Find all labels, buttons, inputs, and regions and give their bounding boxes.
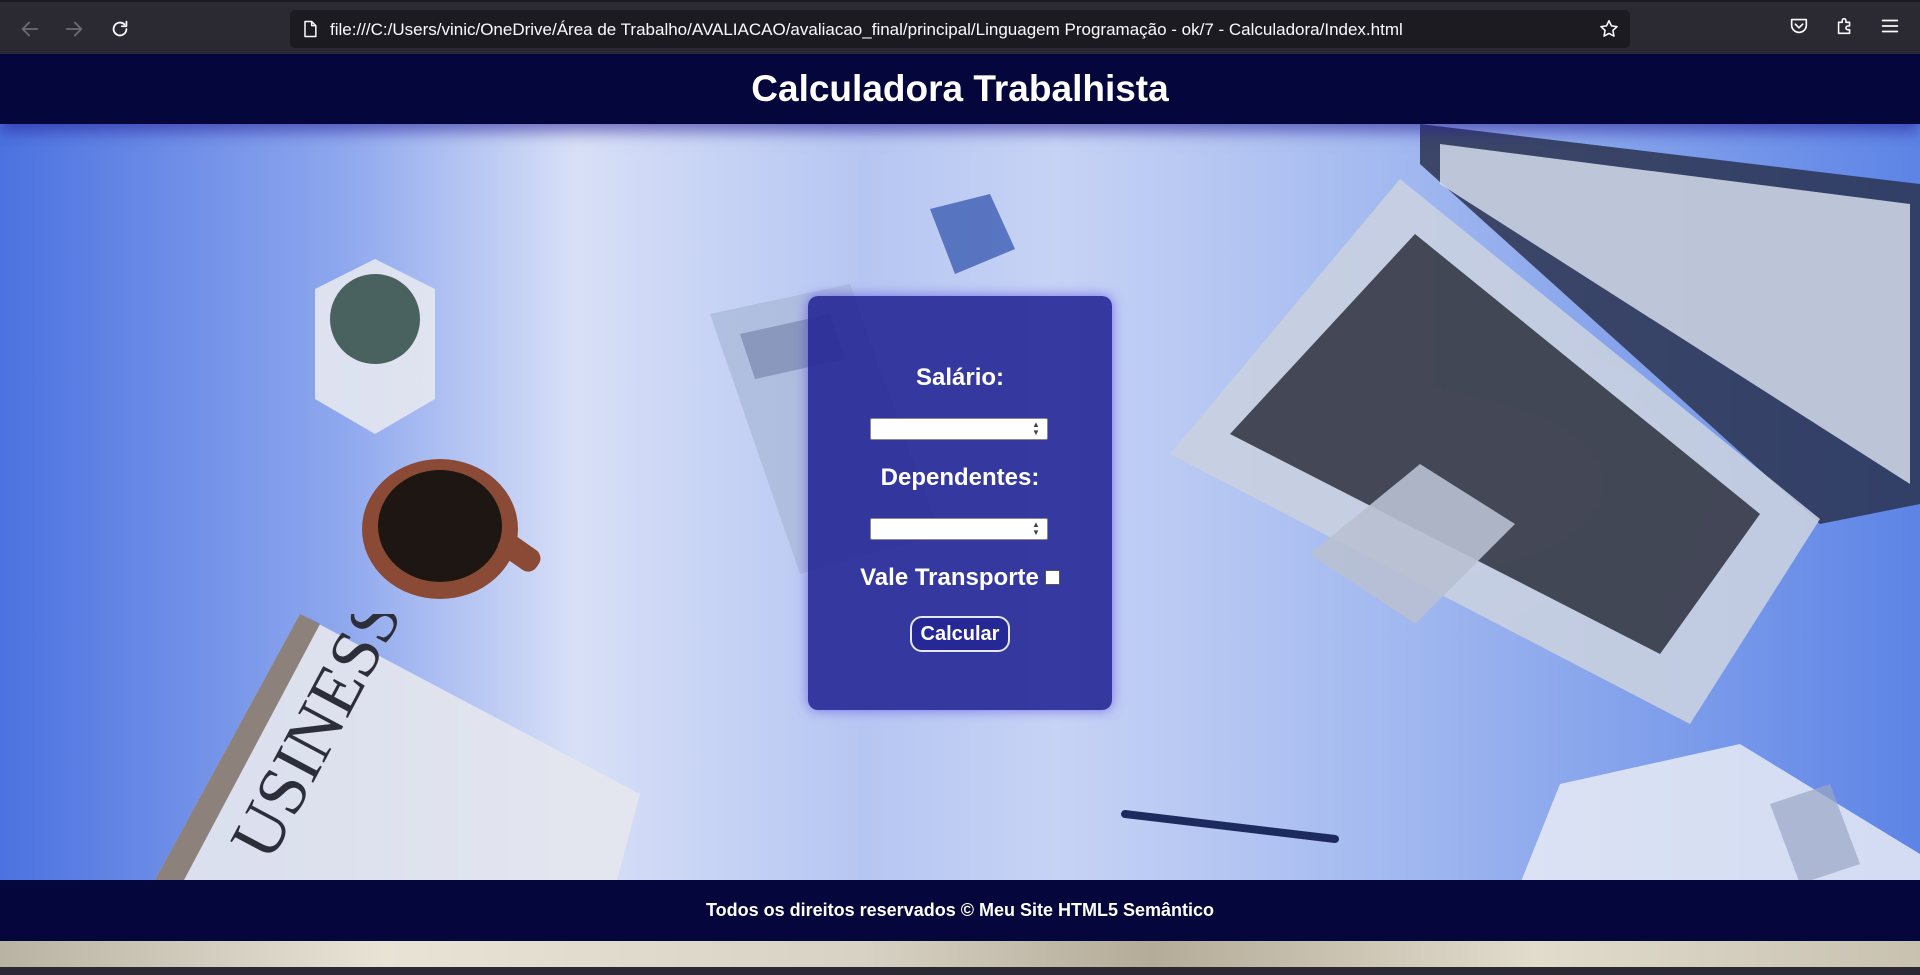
extensions-icon[interactable] <box>1834 15 1862 43</box>
plant-image <box>315 259 435 434</box>
menu-icon[interactable] <box>1879 15 1907 43</box>
page-title: Calculadora Trabalhista <box>751 68 1169 109</box>
url-bar[interactable]: file:///C:/Users/vinic/OneDrive/Área de … <box>290 10 1630 48</box>
window-bottom-edge <box>0 967 1920 975</box>
dependentes-input[interactable]: ▲ ▼ <box>870 518 1048 540</box>
browser-toolbar: file:///C:/Users/vinic/OneDrive/Área de … <box>0 0 1920 54</box>
dependentes-label: Dependentes: <box>880 464 1040 491</box>
back-arrow-icon[interactable] <box>14 13 46 45</box>
pen-image <box>1121 810 1339 843</box>
salario-input[interactable]: ▲ ▼ <box>870 418 1048 440</box>
spinner-down-icon[interactable]: ▼ <box>1032 429 1040 437</box>
forward-arrow-icon[interactable] <box>58 13 90 45</box>
vale-transporte-row: Vale Transporte <box>808 564 1112 592</box>
spinner-down-icon[interactable]: ▼ <box>1032 529 1040 537</box>
pocket-icon[interactable] <box>1788 15 1816 43</box>
background-image-strip <box>0 941 1920 967</box>
vale-transporte-checkbox[interactable] <box>1044 569 1060 585</box>
url-text[interactable]: file:///C:/Users/vinic/OneDrive/Área de … <box>330 20 1403 40</box>
footer-copyright: Todos os direitos reservados © Meu Site … <box>705 900 1215 920</box>
salario-label: Salário: <box>915 364 1005 391</box>
calculator-form: Salário: ▲ ▼ Dependentes: ▲ ▼ Vale Trans… <box>808 296 1112 710</box>
salario-field[interactable] <box>871 419 1029 437</box>
site-footer: Todos os direitos reservados © Meu Site … <box>0 880 1920 941</box>
reload-icon[interactable] <box>104 13 136 45</box>
star-icon[interactable] <box>1598 18 1620 40</box>
laptop-image <box>1170 124 1920 724</box>
vale-transporte-label[interactable]: Vale Transporte <box>860 564 1039 591</box>
site-header: Calculadora Trabalhista <box>0 54 1920 124</box>
coffee-mug-image <box>362 459 541 599</box>
dependentes-spinner[interactable]: ▲ ▼ <box>1027 520 1045 538</box>
page-icon <box>304 20 317 38</box>
dependentes-field[interactable] <box>871 519 1029 537</box>
salario-spinner[interactable]: ▲ ▼ <box>1027 420 1045 438</box>
calcular-button[interactable]: Calcular <box>910 616 1010 652</box>
desk-object-image <box>930 194 1015 274</box>
